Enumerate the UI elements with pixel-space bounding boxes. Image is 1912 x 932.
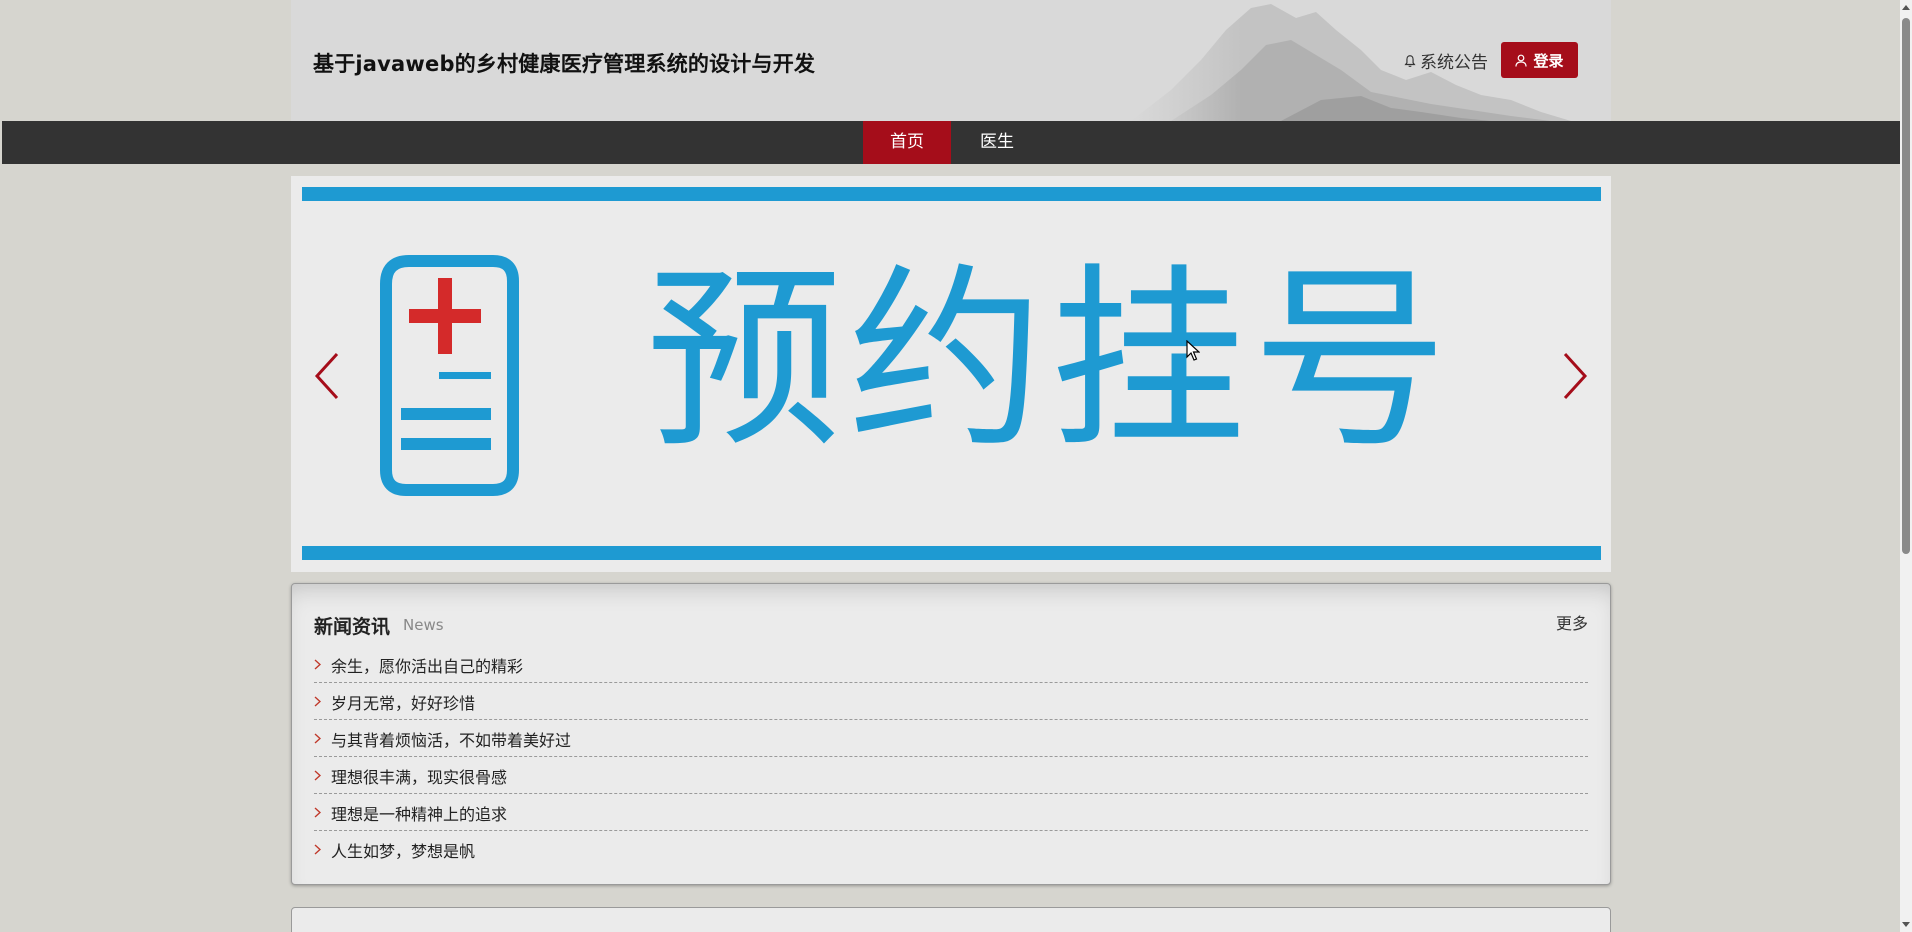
news-subtitle: News: [403, 616, 444, 634]
news-item[interactable]: 理想很丰满，现实很骨感: [314, 758, 1588, 794]
news-item[interactable]: 余生，愿你活出自己的精彩: [314, 647, 1588, 683]
news-item-title: 理想是一种精神上的追求: [331, 804, 508, 824]
news-item-title: 与其背着烦恼活，不如带着美好过: [331, 730, 572, 750]
chevron-right-icon: [314, 844, 324, 855]
carousel-next-arrow-icon[interactable]: [1553, 346, 1593, 406]
news-item[interactable]: 人生如梦，梦想是帆: [314, 832, 1588, 867]
scroll-thumb[interactable]: [1902, 18, 1910, 554]
news-item[interactable]: 理想是一种精神上的追求: [314, 795, 1588, 831]
news-title: 新闻资讯: [314, 616, 391, 638]
chevron-right-icon: [314, 807, 324, 818]
news-item[interactable]: 与其背着烦恼活，不如带着美好过: [314, 721, 1588, 757]
news-item-title: 理想很丰满，现实很骨感: [331, 767, 508, 787]
bell-icon: [1404, 54, 1416, 67]
site-title: 基于javaweb的乡村健康医疗管理系统的设计与开发: [313, 52, 816, 76]
system-notice-link[interactable]: 系统公告: [1403, 48, 1488, 73]
news-panel: 新闻资讯 News 更多 余生，愿你活出自己的精彩 岁月无常，好好珍惜 与其背着…: [291, 583, 1611, 885]
banner-carousel: 预约挂号: [291, 176, 1611, 572]
nav-item-doctor[interactable]: 医生: [953, 121, 1041, 164]
news-item-title: 人生如梦，梦想是帆: [331, 841, 476, 861]
scroll-up-arrow-icon[interactable]: [1902, 5, 1910, 10]
login-label: 登录: [1533, 51, 1564, 70]
chevron-right-icon: [314, 770, 324, 781]
chevron-right-icon: [314, 659, 324, 670]
next-section-panel: [291, 907, 1611, 932]
scroll-down-arrow-icon[interactable]: [1902, 922, 1910, 927]
news-more-link[interactable]: 更多: [1556, 610, 1588, 634]
site-header: 基于javaweb的乡村健康医疗管理系统的设计与开发 系统公告 登录: [291, 0, 1611, 121]
news-item-title: 余生，愿你活出自己的精彩: [331, 656, 524, 676]
chevron-right-icon: [314, 733, 324, 744]
main-nav: 首页 医生: [2, 121, 1900, 164]
banner-text: 预约挂号: [646, 247, 1455, 475]
carousel-prev-arrow-icon[interactable]: [309, 346, 349, 406]
user-icon: [1515, 54, 1528, 67]
news-item[interactable]: 岁月无常，好好珍惜: [314, 684, 1588, 720]
page: 基于javaweb的乡村健康医疗管理系统的设计与开发 系统公告 登录 首页 医生: [0, 0, 1912, 932]
news-list: 余生，愿你活出自己的精彩 岁月无常，好好珍惜 与其背着烦恼活，不如带着美好过 理…: [314, 647, 1588, 868]
login-button[interactable]: 登录: [1501, 42, 1578, 78]
system-notice-label: 系统公告: [1420, 53, 1488, 73]
chevron-right-icon: [314, 696, 324, 707]
nav-item-home[interactable]: 首页: [863, 121, 951, 164]
mouse-cursor-icon: [1186, 340, 1200, 361]
page-scrollbar[interactable]: [1900, 0, 1912, 932]
news-item-title: 岁月无常，好好珍惜: [331, 693, 476, 713]
